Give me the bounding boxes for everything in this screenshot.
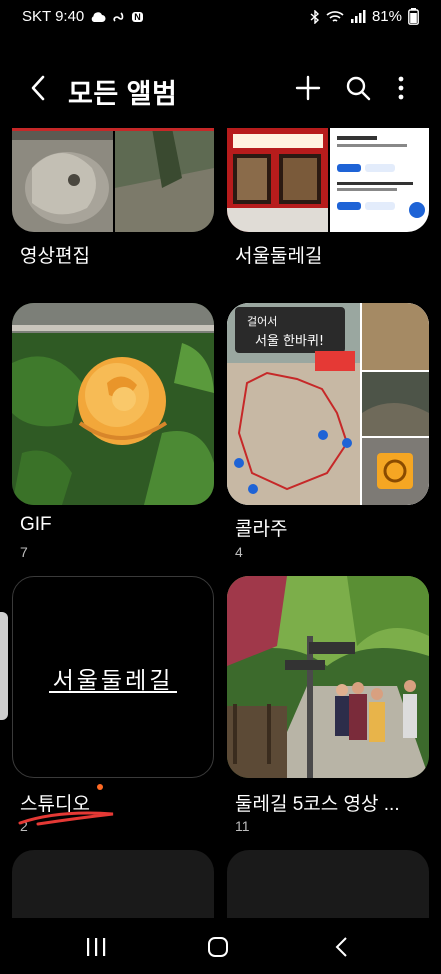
news-badge: N: [132, 11, 143, 22]
trail-image: [227, 576, 429, 778]
collage-sign-text-2: 서울 한바퀴!: [255, 334, 324, 349]
album-thumb-row4-left[interactable]: [12, 850, 214, 918]
album-count-gif: 7: [20, 544, 28, 560]
cloud-icon: [91, 11, 106, 22]
back-nav-icon[interactable]: [330, 936, 354, 958]
album-thumb-video-edit[interactable]: [12, 128, 214, 232]
studio-title-text: 서울둘레길: [52, 667, 174, 693]
status-left: SKT 9:40 N: [22, 8, 143, 25]
bluetooth-icon: [310, 9, 319, 24]
album-thumb-trail-course5[interactable]: [227, 576, 429, 778]
recent-apps-icon[interactable]: [84, 936, 108, 958]
system-nav-bar: [0, 918, 441, 974]
add-icon[interactable]: [292, 72, 324, 104]
album-name-trail-course5: 둘레길 5코스 영상 ...: [235, 794, 400, 815]
album-thumb-seoul-trail[interactable]: [227, 128, 429, 232]
back-arrow-icon[interactable]: [24, 70, 54, 106]
status-bar: SKT 9:40 N 81%: [0, 0, 441, 34]
edge-panel-handle[interactable]: [0, 612, 8, 720]
more-options-icon[interactable]: [385, 72, 417, 104]
home-icon[interactable]: [206, 936, 230, 958]
album-thumb-collage[interactable]: 걸어서 서울 한바퀴!: [227, 303, 429, 505]
video-edit-image: [12, 128, 214, 232]
wifi-icon: [326, 10, 344, 22]
red-scribble: [18, 811, 114, 826]
album-name-seoul-trail: 서울둘레길: [235, 246, 323, 267]
link-icon: [113, 11, 124, 22]
album-count-trail-course5: 11: [235, 818, 250, 834]
new-content-dot: [97, 784, 103, 790]
album-thumb-gif[interactable]: [12, 303, 214, 505]
collage-image: 걸어서 서울 한바퀴!: [227, 303, 429, 505]
album-name-collage: 콜라주: [235, 519, 288, 540]
album-thumb-studio[interactable]: 서울둘레길: [12, 576, 214, 778]
album-name-video-edit: 영상편집: [20, 246, 90, 267]
album-thumb-row4-right[interactable]: [227, 850, 429, 918]
studio-underline: [49, 691, 177, 693]
album-count-collage: 4: [235, 544, 243, 560]
status-right: 81%: [310, 8, 419, 25]
page-title: 모든 앨범: [68, 79, 178, 109]
seoul-trail-image: [227, 128, 429, 232]
carrier-time: SKT 9:40: [22, 8, 85, 25]
search-icon[interactable]: [342, 72, 374, 104]
album-name-gif: GIF: [20, 514, 52, 535]
collage-sign-text-1: 걸어서: [247, 315, 277, 328]
rose-image: [12, 303, 214, 505]
app-header: 모든 앨범: [0, 60, 441, 118]
battery-percent: 81%: [371, 8, 402, 25]
battery-icon: [408, 8, 419, 25]
signal-icon: [350, 10, 366, 23]
